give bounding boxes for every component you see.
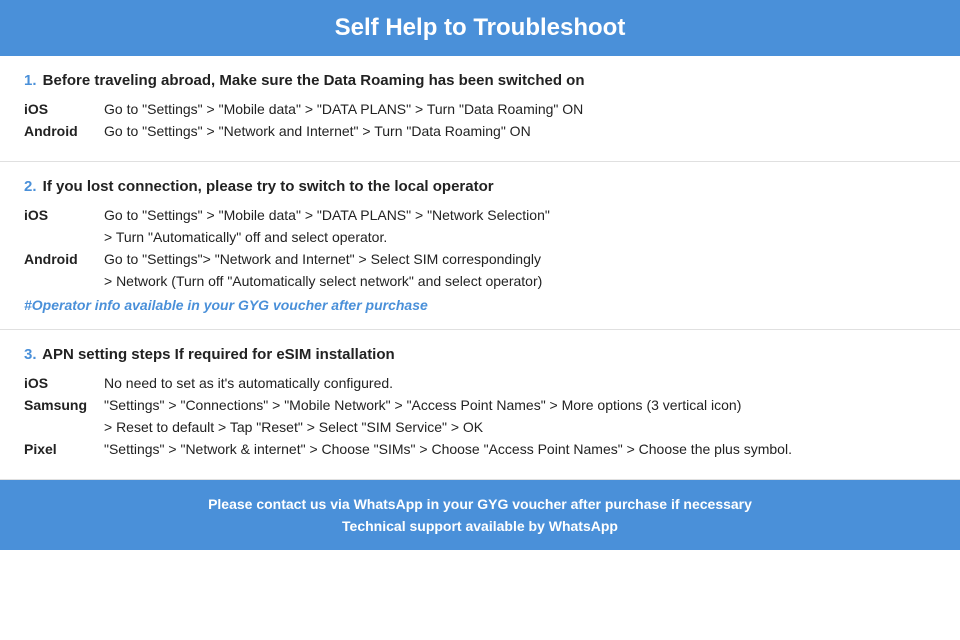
item-label-1-1: iOS bbox=[24, 101, 104, 117]
item-label-1-2: Android bbox=[24, 123, 104, 139]
item-label-3-1: iOS bbox=[24, 375, 104, 391]
item-text-3-2: "Settings" > "Connections" > "Mobile Net… bbox=[104, 397, 936, 413]
item-continuation-2-1: > Turn "Automatically" off and select op… bbox=[104, 229, 936, 245]
section-3: 3. APN setting steps If required for eSI… bbox=[0, 330, 960, 480]
section-note-2: #Operator info available in your GYG vou… bbox=[24, 297, 936, 313]
item-row-3-1: iOSNo need to set as it's automatically … bbox=[24, 375, 936, 391]
item-text-1-2: Go to "Settings" > "Network and Internet… bbox=[104, 123, 936, 139]
section-1: 1. Before traveling abroad, Make sure th… bbox=[0, 56, 960, 162]
item-text-1-1: Go to "Settings" > "Mobile data" > "DATA… bbox=[104, 101, 936, 117]
section-title-1: 1. Before traveling abroad, Make sure th… bbox=[24, 72, 936, 89]
item-row-3-3: Pixel"Settings" > "Network & internet" >… bbox=[24, 441, 936, 457]
footer-line2: Technical support available by WhatsApp bbox=[20, 518, 940, 534]
item-text-2-2: Go to "Settings"> "Network and Internet"… bbox=[104, 251, 936, 267]
item-text-3-3: "Settings" > "Network & internet" > Choo… bbox=[104, 441, 936, 457]
item-text-2-1: Go to "Settings" > "Mobile data" > "DATA… bbox=[104, 207, 936, 223]
page-footer: Please contact us via WhatsApp in your G… bbox=[0, 480, 960, 550]
section-number-3: 3. bbox=[24, 346, 37, 363]
item-row-3-2: Samsung"Settings" > "Connections" > "Mob… bbox=[24, 397, 936, 413]
item-text-3-1: No need to set as it's automatically con… bbox=[104, 375, 936, 391]
item-continuation-2-2: > Network (Turn off "Automatically selec… bbox=[104, 273, 936, 289]
item-label-3-3: Pixel bbox=[24, 441, 104, 457]
section-title-2: 2. If you lost connection, please try to… bbox=[24, 178, 936, 195]
page-header: Self Help to Troubleshoot bbox=[0, 0, 960, 56]
item-row-2-2: AndroidGo to "Settings"> "Network and In… bbox=[24, 251, 936, 267]
section-number-1: 1. bbox=[24, 72, 37, 89]
section-2: 2. If you lost connection, please try to… bbox=[0, 162, 960, 330]
section-number-2: 2. bbox=[24, 178, 37, 195]
item-label-2-2: Android bbox=[24, 251, 104, 267]
item-continuation-3-2: > Reset to default > Tap "Reset" > Selec… bbox=[104, 419, 936, 435]
section-title-3: 3. APN setting steps If required for eSI… bbox=[24, 346, 936, 363]
item-label-2-1: iOS bbox=[24, 207, 104, 223]
item-label-3-2: Samsung bbox=[24, 397, 104, 413]
item-row-2-1: iOSGo to "Settings" > "Mobile data" > "D… bbox=[24, 207, 936, 223]
page-title: Self Help to Troubleshoot bbox=[20, 14, 940, 42]
item-row-1-2: AndroidGo to "Settings" > "Network and I… bbox=[24, 123, 936, 139]
footer-line1: Please contact us via WhatsApp in your G… bbox=[20, 496, 940, 512]
item-row-1-1: iOSGo to "Settings" > "Mobile data" > "D… bbox=[24, 101, 936, 117]
